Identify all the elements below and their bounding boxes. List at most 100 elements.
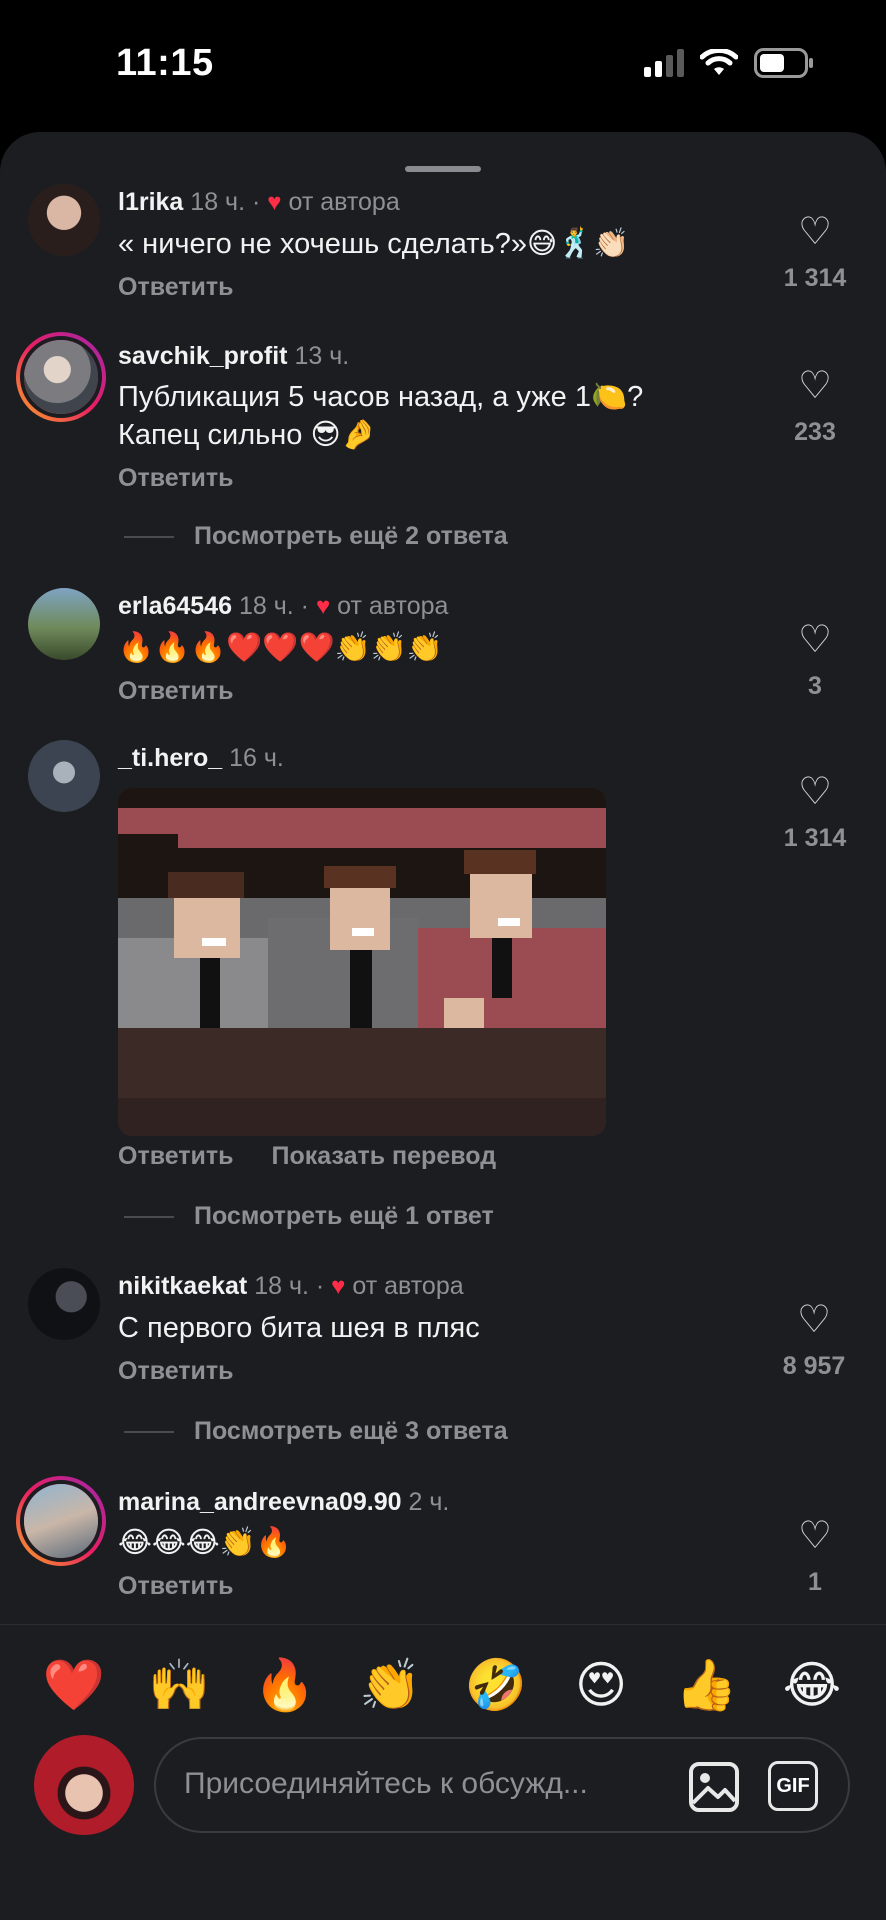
avatar[interactable]	[16, 1476, 106, 1566]
comment-body: marina_andreevna09.90 2 ч. 😂😂😂👏🔥 Ответит…	[118, 1486, 766, 1601]
status-bar: 11:15	[0, 0, 886, 130]
sheet-grabber-handle[interactable]	[405, 166, 481, 172]
comment-time: 18 ч.	[238, 592, 294, 620]
avatar[interactable]	[16, 332, 106, 422]
comment-text-line: Капец сильно 😎🤌	[118, 419, 377, 451]
view-more-replies-label: Посмотреть ещё 2 ответа	[194, 522, 508, 550]
comment-body: erla64546 18 ч. · ♥ от автора 🔥🔥🔥❤️❤️❤️👏…	[118, 590, 766, 706]
reply-button[interactable]: Ответить	[118, 1572, 234, 1601]
comment-input[interactable]: Присоединяйтесь к обсужд... GIF	[154, 1737, 850, 1833]
like-control: ♡ 8 957	[764, 1300, 864, 1381]
show-translation-button[interactable]: Показать перевод	[272, 1142, 497, 1171]
author-like-label: от автора	[288, 188, 400, 216]
reaction-joy[interactable]: 😂	[772, 1645, 852, 1725]
divider-line	[124, 1430, 174, 1433]
view-more-replies-button[interactable]: Посмотреть ещё 3 ответа	[124, 1417, 508, 1446]
heart-outline-icon[interactable]: ♡	[770, 1516, 860, 1556]
comment-header: marina_andreevna09.90 2 ч.	[118, 1486, 766, 1518]
view-more-replies-button[interactable]: Посмотреть ещё 2 ответа	[124, 522, 508, 551]
comment-time: 18 ч.	[254, 1272, 309, 1300]
comment-username[interactable]: nikitkaekat	[118, 1272, 247, 1300]
separator-dot: ·	[315, 1272, 332, 1300]
reply-button[interactable]: Ответить	[118, 273, 234, 302]
comment-actions: Ответить	[118, 677, 766, 706]
like-count: 8 957	[782, 1352, 846, 1380]
heart-outline-icon[interactable]: ♡	[770, 212, 860, 252]
comment-time: 16 ч.	[229, 744, 284, 772]
comment-text: С первого бита шея в пляс	[118, 1312, 480, 1344]
comment-text: « ничего не хочешь сделать?»😅🕺👏🏻	[118, 228, 630, 260]
reaction-raised-hands[interactable]: 🙌	[139, 1645, 219, 1725]
like-count: 1	[808, 1568, 822, 1596]
like-control: ♡ 1 314	[770, 212, 860, 293]
avatar[interactable]	[28, 184, 100, 256]
reply-button[interactable]: Ответить	[118, 464, 234, 493]
divider-line	[124, 1215, 174, 1218]
avatar[interactable]	[28, 588, 100, 660]
separator-dot: ·	[300, 592, 316, 620]
like-control: ♡ 233	[770, 366, 860, 447]
comment-username[interactable]: marina_andreevna09.90	[118, 1488, 402, 1516]
author-like-label: от автора	[352, 1272, 464, 1300]
reaction-clap[interactable]: 👏	[350, 1645, 430, 1725]
cellular-signal-icon	[644, 49, 684, 77]
heart-outline-icon[interactable]: ♡	[770, 620, 860, 660]
wifi-icon	[700, 49, 738, 75]
comment-text: 🔥🔥🔥❤️❤️❤️👏👏👏	[118, 632, 443, 664]
reaction-heart-eyes[interactable]: 😍	[561, 1645, 641, 1725]
view-more-replies-button[interactable]: Посмотреть ещё 1 ответ	[124, 1202, 494, 1231]
comment-text: 😂😂😂👏🔥	[118, 1527, 292, 1559]
comment-body: savchik_profit 13 ч. Публикация 5 часов …	[118, 340, 766, 493]
comment-body: l1rika 18 ч. · ♥ от автора « ничего не х…	[118, 186, 766, 302]
comment-time: 2 ч.	[408, 1488, 450, 1516]
comment-username[interactable]: erla64546	[118, 592, 232, 620]
comment-input-placeholder: Присоединяйтесь к обсужд...	[184, 1767, 588, 1800]
comment-username[interactable]: _ti.hero_	[118, 744, 222, 772]
comment-header: nikitkaekat 18 ч. · ♥ от автора	[118, 1270, 766, 1303]
reaction-fire[interactable]: 🔥	[245, 1645, 325, 1725]
heart-outline-icon[interactable]: ♡	[770, 366, 860, 406]
like-count: 1 314	[783, 264, 847, 292]
reaction-heart[interactable]: ❤️	[34, 1645, 114, 1725]
reaction-thumbs-up[interactable]: 👍	[667, 1645, 747, 1725]
comment-actions: Ответить Показать перевод	[118, 1142, 786, 1171]
separator-dot: ·	[251, 188, 268, 216]
like-control: ♡ 1 314	[770, 772, 860, 853]
reaction-rofl[interactable]: 🤣	[456, 1645, 536, 1725]
like-control: ♡ 3	[770, 620, 860, 701]
comment-body: nikitkaekat 18 ч. · ♥ от автора С первог…	[118, 1270, 766, 1386]
avatar[interactable]	[28, 740, 100, 812]
heart-outline-icon[interactable]: ♡	[764, 1300, 864, 1340]
author-heart-icon: ♥	[267, 189, 282, 216]
reply-button[interactable]: Ответить	[118, 677, 234, 706]
author-heart-icon: ♥	[315, 593, 331, 620]
comment-header: _ti.hero_ 16 ч.	[118, 742, 786, 774]
like-control: ♡ 1	[770, 1516, 860, 1597]
comment-header: erla64546 18 ч. · ♥ от автора	[118, 590, 766, 623]
divider-line	[124, 535, 174, 538]
view-more-replies-label: Посмотреть ещё 1 ответ	[194, 1202, 494, 1230]
reply-button[interactable]: Ответить	[118, 1357, 234, 1386]
battery-icon	[754, 48, 813, 78]
gif-button[interactable]: GIF	[768, 1761, 818, 1811]
heart-outline-icon[interactable]: ♡	[770, 772, 860, 812]
comment-time: 18 ч.	[190, 188, 246, 216]
comment-image[interactable]	[118, 788, 606, 1136]
comment-body: _ti.hero_ 16 ч. Ответить Показать перево…	[118, 742, 786, 1171]
comment-username[interactable]: savchik_profit	[118, 342, 288, 370]
comment-composer-bar: ❤️ 🙌 🔥 👏 🤣 😍 👍 😂 Присоединяйтесь к обсуж…	[0, 1624, 886, 1920]
current-user-avatar[interactable]	[34, 1735, 134, 1835]
author-like-label: от автора	[337, 592, 449, 620]
comment-username[interactable]: l1rika	[118, 188, 183, 216]
pixel-art-image	[118, 788, 606, 1136]
comment-text: Публикация 5 часов назад, а уже 1🍋? Капе…	[118, 378, 766, 454]
image-attach-icon[interactable]	[688, 1761, 740, 1813]
quick-reactions-row: ❤️ 🙌 🔥 👏 🤣 😍 👍 😂	[34, 1645, 852, 1725]
avatar[interactable]	[28, 1268, 100, 1340]
like-count: 233	[794, 418, 836, 446]
status-time: 11:15	[116, 42, 214, 84]
comment-actions: Ответить	[118, 464, 766, 493]
like-count: 1 314	[783, 824, 847, 852]
author-heart-icon: ♥	[331, 1273, 346, 1300]
reply-button[interactable]: Ответить	[118, 1142, 234, 1171]
